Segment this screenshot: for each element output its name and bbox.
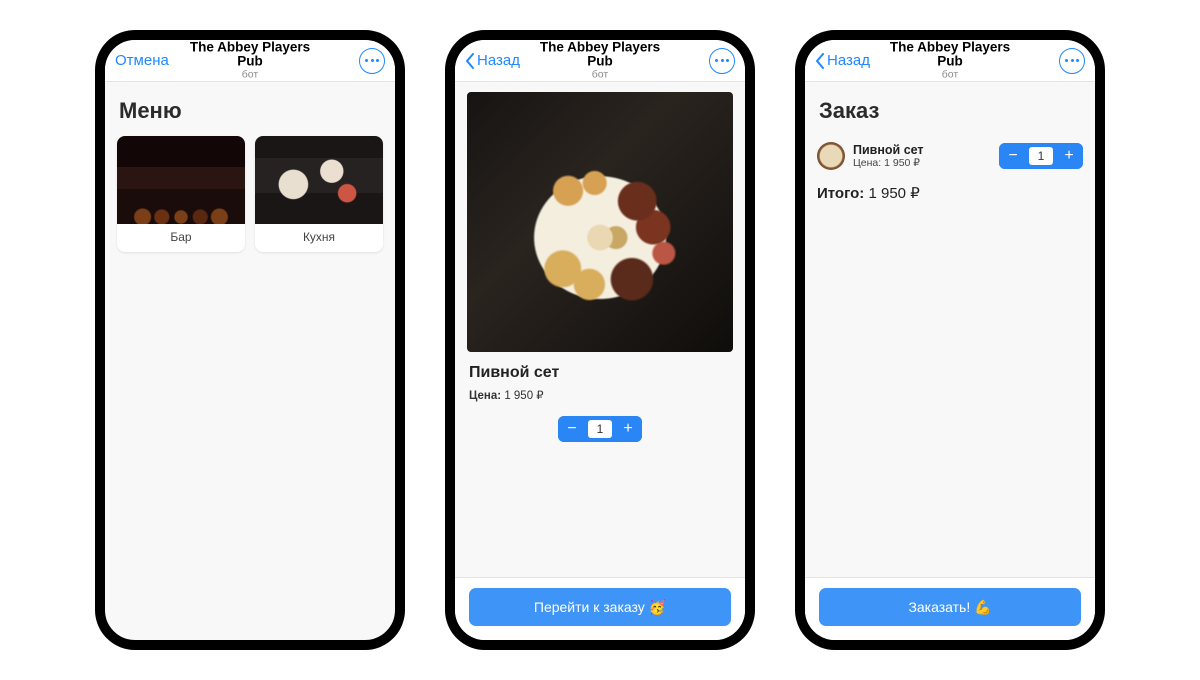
qty-value: 1 bbox=[588, 420, 612, 438]
phone-screen-order: Назад The Abbey Players Pub бот Заказ Пи… bbox=[795, 30, 1105, 650]
total-value: 1 950 ₽ bbox=[868, 185, 919, 202]
place-order-button[interactable]: Заказать! 💪 bbox=[819, 588, 1081, 626]
content-area: Заказ Пивной сет Цена: 1 950 ₽ − 1 + Ито… bbox=[805, 82, 1095, 577]
qty-increment-button[interactable]: + bbox=[1055, 143, 1083, 169]
back-button[interactable]: Назад bbox=[465, 52, 525, 69]
qty-decrement-button[interactable]: − bbox=[999, 143, 1027, 169]
footer: Перейти к заказу 🥳 bbox=[455, 577, 745, 640]
header: Назад The Abbey Players Pub бот bbox=[455, 40, 745, 82]
phone-screen-product: Назад The Abbey Players Pub бот Пивной с… bbox=[445, 30, 755, 650]
category-label: Бар bbox=[117, 224, 245, 252]
qty-value: 1 bbox=[1029, 147, 1053, 165]
quantity-stepper: − 1 + bbox=[999, 143, 1083, 169]
price-value: 1 950 ₽ bbox=[504, 390, 543, 402]
more-icon bbox=[1065, 59, 1079, 62]
chevron-left-icon bbox=[815, 53, 825, 69]
app-title: The Abbey Players Pub bbox=[178, 40, 323, 70]
category-card-bar[interactable]: Бар bbox=[117, 136, 245, 252]
more-button[interactable] bbox=[359, 48, 385, 74]
header-title: The Abbey Players Pub бот bbox=[878, 40, 1023, 81]
more-icon bbox=[365, 59, 379, 62]
category-card-kitchen[interactable]: Кухня bbox=[255, 136, 383, 252]
header: Отмена The Abbey Players Pub бот bbox=[105, 40, 395, 82]
header: Назад The Abbey Players Pub бот bbox=[805, 40, 1095, 82]
app-title: The Abbey Players Pub bbox=[528, 40, 673, 70]
product-title: Пивной сет bbox=[469, 364, 731, 382]
product-price: Цена: 1 950 ₽ bbox=[469, 388, 731, 402]
app-subtitle: бот bbox=[878, 70, 1023, 82]
quantity-stepper: − 1 + bbox=[558, 416, 642, 442]
order-item-row: Пивной сет Цена: 1 950 ₽ − 1 + bbox=[817, 136, 1083, 180]
total-label: Итого: bbox=[817, 185, 864, 202]
order-item-thumb bbox=[817, 142, 845, 170]
cancel-button[interactable]: Отмена bbox=[115, 52, 175, 69]
qty-increment-button[interactable]: + bbox=[614, 416, 642, 442]
order-total: Итого: 1 950 ₽ bbox=[817, 184, 1083, 202]
price-label: Цена: bbox=[853, 157, 881, 169]
category-label: Кухня bbox=[255, 224, 383, 252]
back-label: Назад bbox=[477, 52, 520, 69]
app-title: The Abbey Players Pub bbox=[878, 40, 1023, 70]
content-area: Меню Бар Кухня bbox=[105, 82, 395, 640]
product-photo bbox=[467, 92, 733, 352]
chevron-left-icon bbox=[465, 53, 475, 69]
go-to-order-button[interactable]: Перейти к заказу 🥳 bbox=[469, 588, 731, 626]
order-item-price: Цена: 1 950 ₽ bbox=[853, 157, 924, 169]
qty-decrement-button[interactable]: − bbox=[558, 416, 586, 442]
back-button[interactable]: Назад bbox=[815, 52, 875, 69]
price-label: Цена: bbox=[469, 390, 501, 402]
page-title: Меню bbox=[119, 98, 383, 124]
page-title: Заказ bbox=[819, 98, 1083, 124]
more-icon bbox=[715, 59, 729, 62]
cancel-label: Отмена bbox=[115, 52, 169, 69]
phone-screen-menu: Отмена The Abbey Players Pub бот Меню Ба… bbox=[95, 30, 405, 650]
price-value: 1 950 ₽ bbox=[884, 157, 920, 169]
category-thumb-bar bbox=[117, 136, 245, 224]
more-button[interactable] bbox=[709, 48, 735, 74]
app-subtitle: бот bbox=[528, 70, 673, 82]
app-subtitle: бот bbox=[178, 70, 323, 82]
header-title: The Abbey Players Pub бот bbox=[528, 40, 673, 81]
back-label: Назад bbox=[827, 52, 870, 69]
category-grid: Бар Кухня bbox=[117, 136, 383, 252]
category-thumb-kitchen bbox=[255, 136, 383, 224]
footer: Заказать! 💪 bbox=[805, 577, 1095, 640]
content-area: Пивной сет Цена: 1 950 ₽ − 1 + bbox=[455, 82, 745, 577]
order-item-name: Пивной сет bbox=[853, 143, 924, 157]
header-title: The Abbey Players Pub бот bbox=[178, 40, 323, 81]
more-button[interactable] bbox=[1059, 48, 1085, 74]
